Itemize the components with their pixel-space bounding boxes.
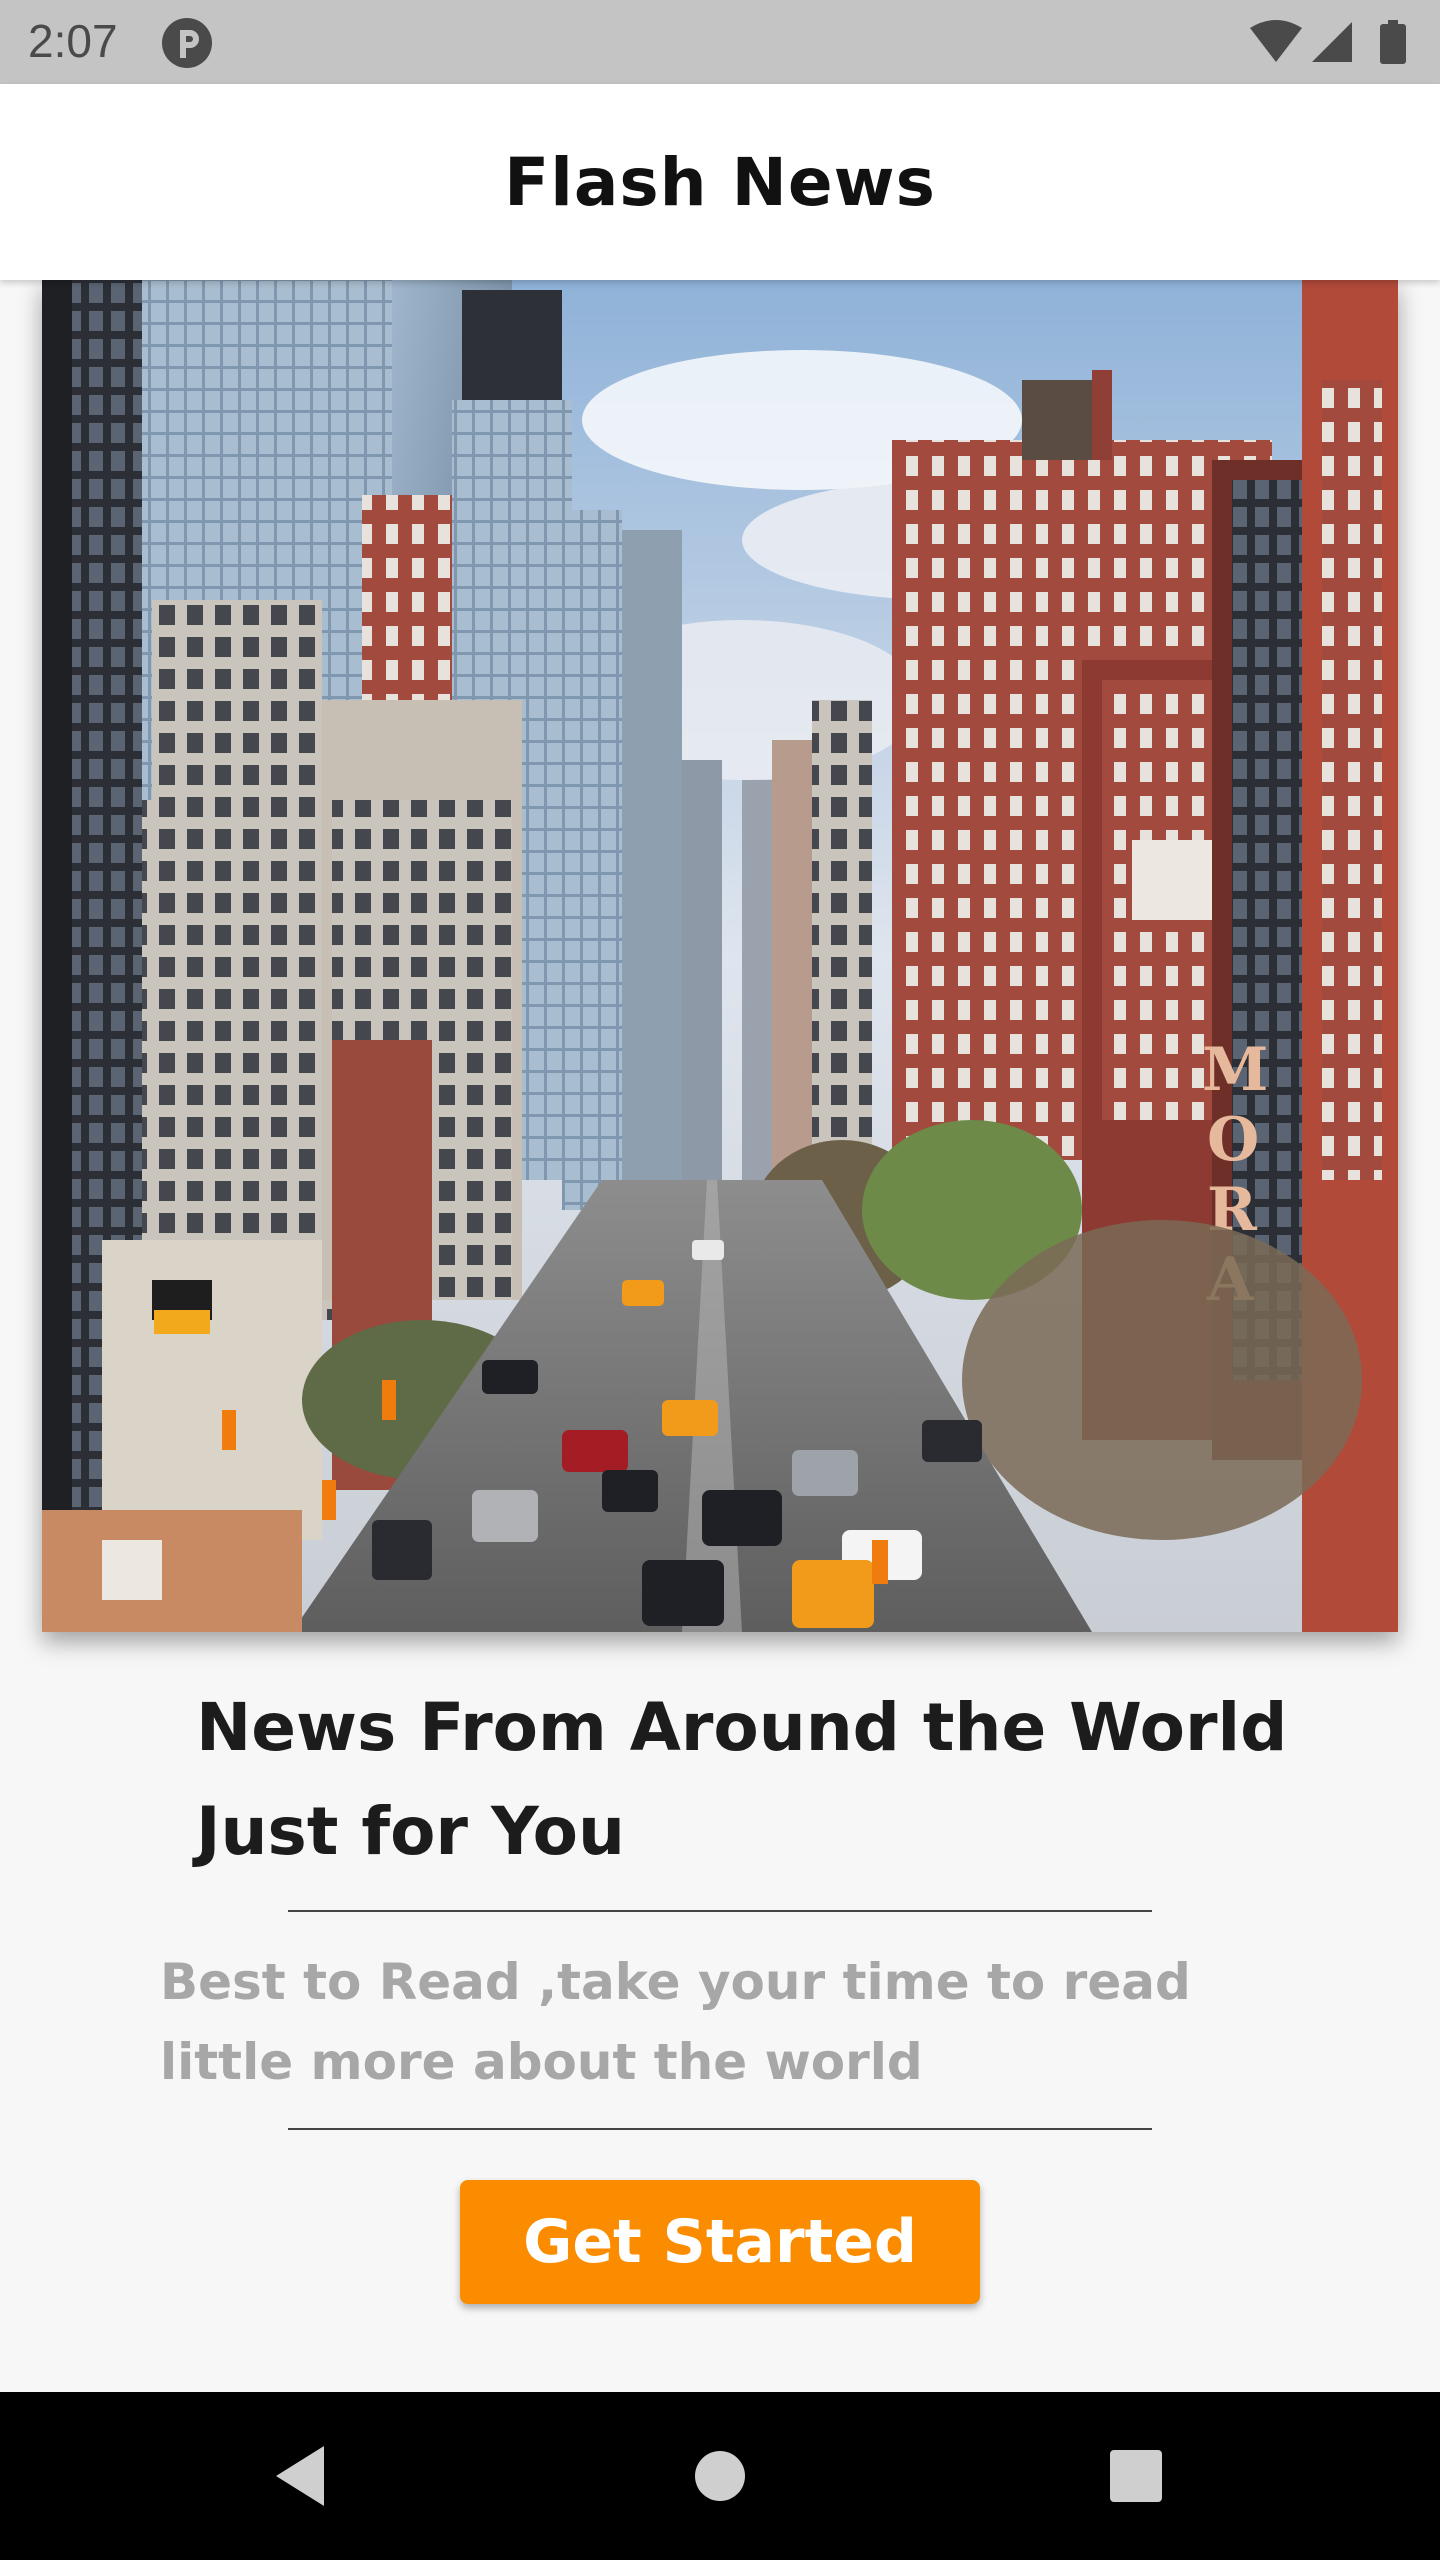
status-icons xyxy=(1250,20,1406,64)
status-time: 2:07 xyxy=(28,15,118,67)
status-bar: 2:07 xyxy=(0,0,1440,84)
app-title: Flash News xyxy=(504,143,936,221)
divider xyxy=(288,1910,1152,1912)
svg-text:O: O xyxy=(1207,1105,1259,1175)
divider xyxy=(288,2128,1152,2130)
navigation-bar xyxy=(0,2392,1440,2560)
hero-image: M O R A xyxy=(42,280,1398,1632)
cellular-signal-icon xyxy=(1312,22,1352,62)
city-street-photo: M O R A xyxy=(42,280,1398,1632)
wifi-icon xyxy=(1250,20,1302,62)
app-notification-icon xyxy=(162,18,212,68)
battery-icon xyxy=(1380,20,1406,64)
back-icon[interactable] xyxy=(262,2436,342,2516)
app-bar: Flash News xyxy=(0,84,1440,280)
home-icon[interactable] xyxy=(680,2436,760,2516)
headline: News From Around the World Just for You xyxy=(196,1689,1288,1870)
get-started-button[interactable]: Get Started xyxy=(460,2180,980,2304)
subtitle: Best to Read ,take your time to read lit… xyxy=(160,1953,1191,2091)
recents-icon[interactable] xyxy=(1096,2436,1176,2516)
svg-text:M: M xyxy=(1202,1035,1268,1105)
